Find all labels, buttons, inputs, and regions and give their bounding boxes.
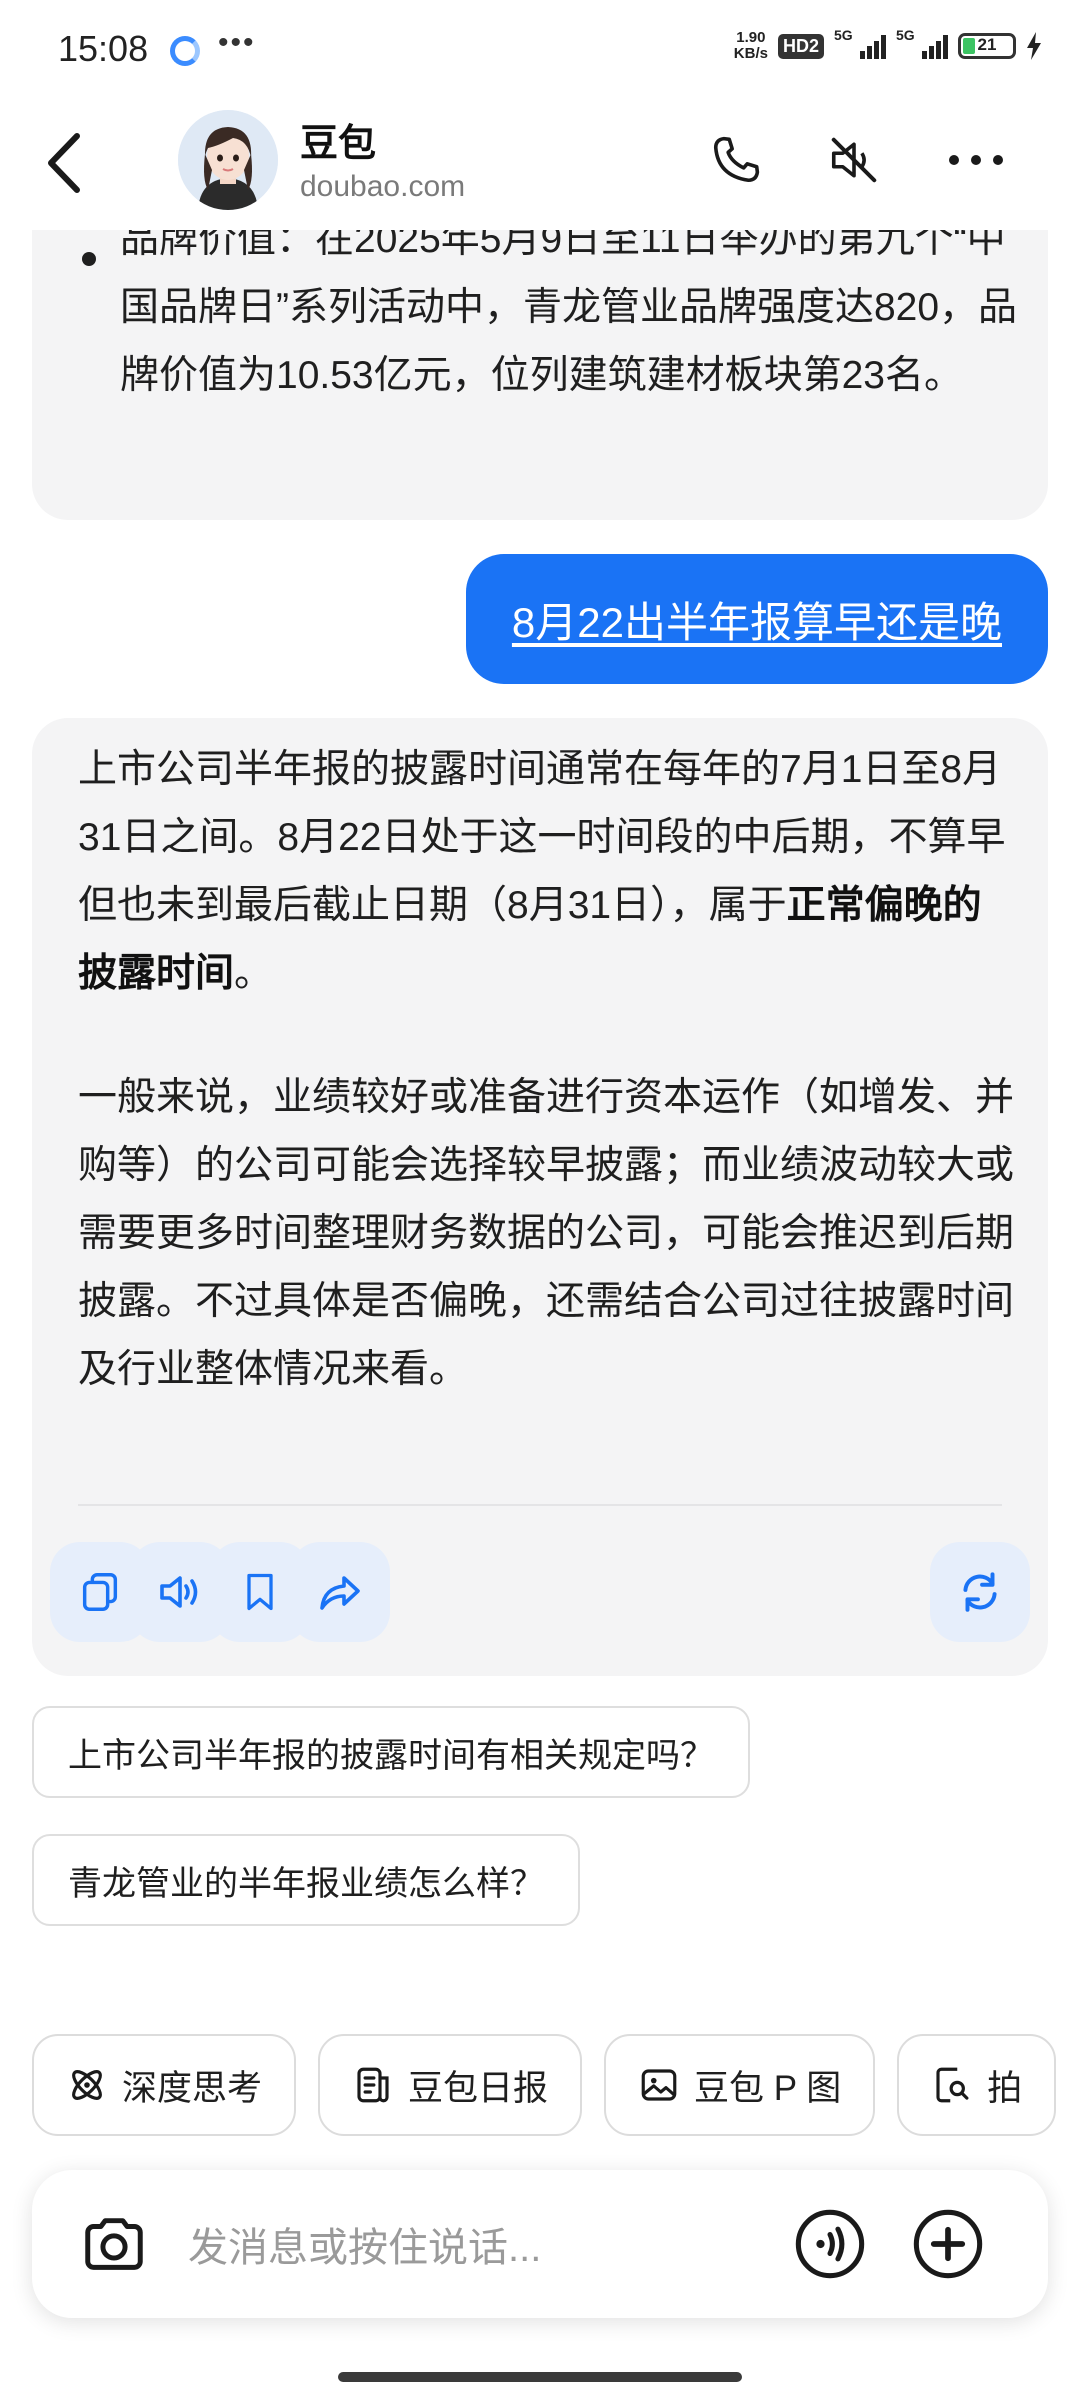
regenerate-button[interactable] (930, 1542, 1030, 1642)
suggested-question[interactable]: 青龙管业的半年报业绩怎么样？ (32, 1834, 580, 1926)
mute-speaker-icon (831, 137, 877, 183)
voice-call-button[interactable] (706, 130, 766, 190)
scan-chip[interactable]: 拍 (897, 2034, 1057, 2136)
user-message-bubble[interactable]: 8月22出半年报算早还是晚 (465, 554, 1048, 684)
status-indicators: 1.90 KB/s HD2 5G 5G 21 (733, 27, 1042, 62)
daily-news-chip[interactable]: 豆包日报 (318, 2034, 583, 2136)
bookmark-icon (247, 1573, 273, 1611)
share-button[interactable] (290, 1542, 390, 1642)
more-button[interactable] (946, 130, 1006, 190)
copy-icon (82, 1573, 118, 1611)
atom-icon (72, 2070, 102, 2100)
avatar-image (178, 110, 278, 210)
divider (78, 1504, 1002, 1506)
camera-button[interactable] (76, 2206, 152, 2282)
back-arrow-icon (48, 133, 80, 193)
bot-name: 豆包 (300, 123, 377, 165)
hd-voice-badge: HD2 (777, 33, 824, 59)
prev-bot-message: 品牌价值：在2025年5月9日至11日举办的第九个“中国品牌日”系列活动中，青龙… (32, 230, 1048, 520)
speaker-icon (160, 1576, 198, 1608)
regenerate-icon (963, 1572, 997, 1612)
voice-wave-icon (795, 2209, 865, 2279)
message-input[interactable]: 发消息或按住说话... (188, 2170, 541, 2318)
message-input-bar: 发消息或按住说话... (32, 2170, 1048, 2318)
more-notifications-icon: ••• (218, 26, 256, 59)
bot-reply-paragraph-2: 一般来说，业绩较好或准备进行资本运作（如增发、并购等）的公司可能会选择较早披露；… (78, 1076, 1015, 1391)
home-indicator[interactable] (338, 2372, 742, 2382)
mute-toggle-button[interactable] (824, 130, 884, 190)
tool-chips-row: 深度思考 豆包日报 豆包 P 图 拍 (32, 2034, 1057, 2136)
scan-icon (936, 2067, 969, 2103)
avatar[interactable] (178, 110, 278, 210)
status-time: 15:08 (58, 28, 149, 69)
more-icon (949, 155, 1003, 165)
camera-icon (85, 2218, 143, 2270)
voice-input-button[interactable] (792, 2206, 868, 2282)
news-icon (357, 2067, 389, 2103)
image-edit-chip[interactable]: 豆包 P 图 (604, 2034, 876, 2136)
prev-message-text: 品牌价值：在2025年5月9日至11日举办的第九个“中国品牌日”系列活动中，青龙… (120, 230, 1018, 397)
bullet-dot (82, 252, 96, 266)
add-attachment-button[interactable] (910, 2206, 986, 2282)
bot-domain: doubao.com (300, 170, 466, 203)
deep-think-chip[interactable]: 深度思考 (32, 2034, 297, 2136)
network-speed: 1.90 KB/s (733, 29, 768, 62)
signal-icon: 5G (834, 27, 886, 59)
share-icon (320, 1576, 360, 1610)
plus-icon (913, 2209, 983, 2279)
notification-app-icon (170, 36, 200, 66)
back-button[interactable] (40, 128, 90, 198)
bot-reply-paragraph-1: 上市公司半年报的披露时间通常在每年的7月1日至8月31日之间。8月22日处于这一… (78, 748, 1006, 995)
charging-icon (1027, 32, 1041, 60)
user-message-text[interactable]: 8月22出半年报算早还是晚 (512, 589, 1002, 650)
bot-message-bubble: 上市公司半年报的披露时间通常在每年的7月1日至8月31日之间。8月22日处于这一… (32, 718, 1048, 1676)
phone-icon (713, 136, 760, 183)
image-edit-icon (641, 2069, 677, 2101)
signal-icon: 5G (896, 27, 948, 59)
battery-icon: 21 (958, 33, 1016, 59)
suggested-question[interactable]: 上市公司半年报的披露时间有相关规定吗？ (32, 1706, 750, 1798)
